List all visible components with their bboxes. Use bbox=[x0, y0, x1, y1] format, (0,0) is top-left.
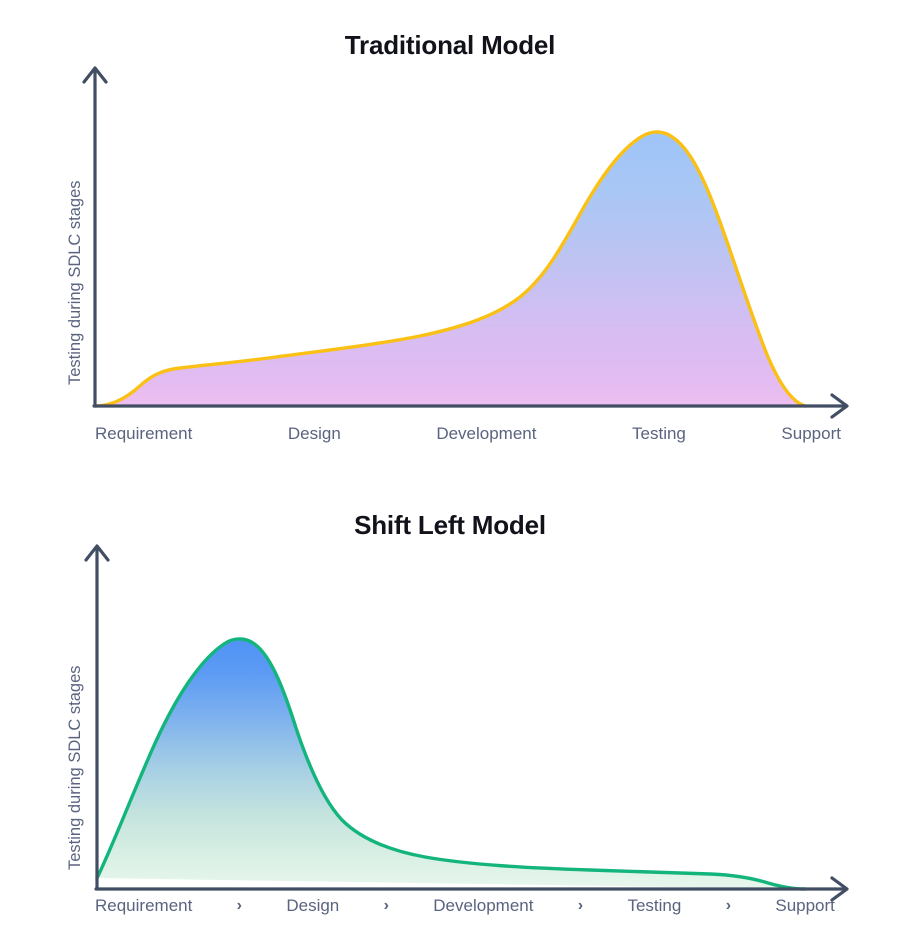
stage-label-requirement[interactable]: Requirement bbox=[95, 896, 192, 916]
x-axis-stage-flow-shift-left: Requirement › Design › Development › Tes… bbox=[95, 896, 835, 916]
chart-traditional-model: Traditional Model Testing during SDLC st… bbox=[0, 0, 900, 480]
stage-label-testing[interactable]: Testing bbox=[632, 424, 686, 444]
stage-label-design[interactable]: Design bbox=[286, 896, 339, 916]
stage-label-development[interactable]: Development bbox=[433, 896, 533, 916]
stage-label-design[interactable]: Design bbox=[288, 424, 341, 444]
y-axis-label-traditional: Testing during SDLC stages bbox=[66, 180, 84, 385]
chevron-right-icon-3: › bbox=[577, 897, 584, 914]
y-axis-label-shift-left: Testing during SDLC stages bbox=[66, 665, 84, 870]
stage-label-development[interactable]: Development bbox=[436, 424, 536, 444]
stage-label-support[interactable]: Support bbox=[781, 424, 841, 444]
stage-label-testing[interactable]: Testing bbox=[627, 896, 681, 916]
chevron-right-icon-4: › bbox=[725, 897, 732, 914]
stage-label-support[interactable]: Support bbox=[775, 896, 835, 916]
chart-shift-left-model: Shift Left Model Testing during SDLC sta… bbox=[0, 480, 900, 944]
stage-label-requirement[interactable]: Requirement bbox=[95, 424, 192, 444]
chevron-right-icon-1: › bbox=[236, 897, 242, 914]
shift-left-testing-infographic: Traditional Model Testing during SDLC st… bbox=[0, 0, 900, 944]
x-axis-stage-labels-traditional: Requirement Design Development Testing S… bbox=[95, 424, 855, 444]
plot-area-shift-left bbox=[84, 544, 849, 902]
area-fill-shift-left bbox=[97, 638, 805, 889]
chevron-right-icon-2: › bbox=[383, 897, 389, 914]
plot-area-traditional bbox=[82, 66, 849, 419]
